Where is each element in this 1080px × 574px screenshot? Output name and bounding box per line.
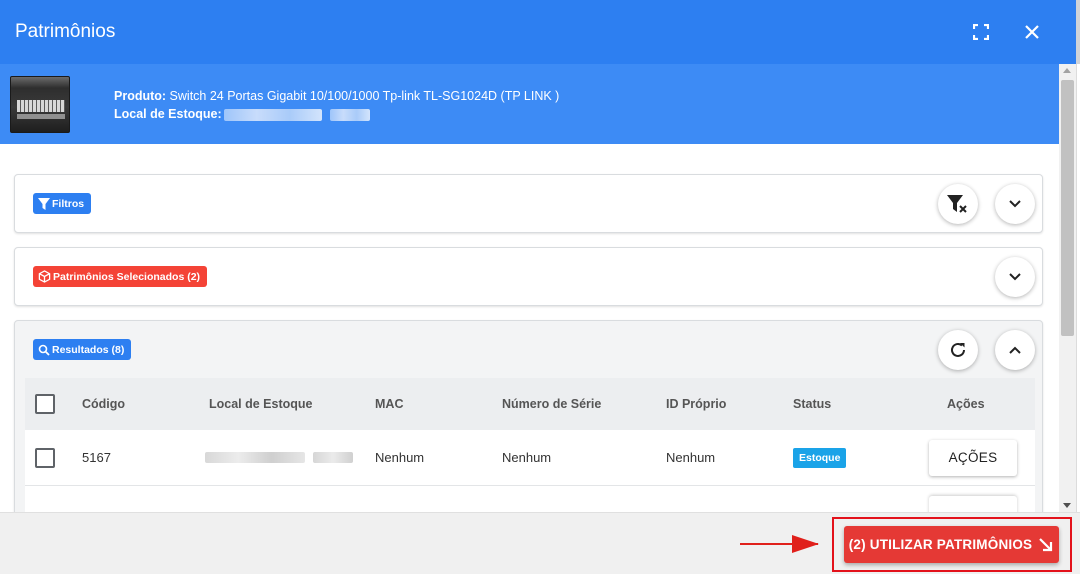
box-icon [38, 270, 51, 283]
filters-toggle-button[interactable] [995, 184, 1035, 224]
scroll-down-icon[interactable] [1063, 503, 1071, 508]
col-codigo[interactable]: Código [82, 378, 125, 430]
select-all-checkbox[interactable] [35, 394, 55, 414]
cell-codigo: 5167 [82, 450, 111, 465]
chevron-down-icon [1009, 273, 1021, 281]
product-image [10, 76, 70, 133]
selected-toggle-button[interactable] [995, 257, 1035, 297]
dialog-body[interactable]: Produto: Switch 24 Portas Gigabit 10/100… [0, 64, 1059, 512]
clear-filters-button[interactable] [938, 184, 978, 224]
acoes-button[interactable]: AÇÕES [929, 439, 1017, 476]
annotation-arrow-head [792, 535, 819, 553]
table-row[interactable]: 5167 Nenhum Nenhum Nenhum Estoque AÇÕES [25, 430, 1035, 486]
window-edge [1076, 64, 1080, 512]
cell-numero-serie: Nenhum [502, 450, 552, 465]
fullscreen-icon [973, 24, 989, 40]
row-checkbox[interactable] [35, 447, 55, 468]
scroll-up-icon[interactable] [1063, 68, 1071, 73]
col-id-proprio[interactable]: ID Próprio [666, 378, 726, 430]
col-acoes: Ações [947, 397, 985, 411]
refresh-button[interactable] [938, 330, 978, 370]
scrollbar-thumb[interactable] [1061, 80, 1074, 336]
product-info: Produto: Switch 24 Portas Gigabit 10/100… [114, 87, 559, 123]
acoes-button[interactable] [929, 496, 1017, 512]
results-toggle-button[interactable] [995, 330, 1035, 370]
results-panel: Resultados (8) Código Local de Estoque M… [14, 320, 1043, 512]
table-header: Código Local de Estoque MAC Número de Sé… [25, 378, 1035, 430]
arrow-down-right-icon [1039, 537, 1053, 551]
product-location-line: Local de Estoque: [114, 105, 559, 123]
close-button[interactable] [1020, 20, 1044, 44]
results-badge[interactable]: Resultados (8) [33, 339, 132, 360]
cell-local-estoque [205, 430, 353, 485]
filters-panel: Filtros [14, 174, 1043, 233]
selected-panel: Patrimônios Selecionados (2) [14, 247, 1043, 306]
select-all-cell [35, 378, 55, 430]
dialog-title: Patrimônios [15, 21, 116, 42]
chevron-down-icon [1009, 200, 1021, 208]
col-numero-serie[interactable]: Número de Série [502, 378, 601, 430]
vertical-scrollbar[interactable] [1059, 64, 1076, 512]
col-local-estoque[interactable]: Local de Estoque [209, 378, 313, 430]
search-icon [38, 344, 50, 356]
results-table: Código Local de Estoque MAC Número de Sé… [25, 378, 1035, 512]
product-banner: Produto: Switch 24 Portas Gigabit 10/100… [0, 64, 1059, 144]
product-name-line: Produto: Switch 24 Portas Gigabit 10/100… [114, 89, 560, 103]
redacted-location [223, 108, 322, 121]
col-status[interactable]: Status [793, 378, 831, 430]
cell-status: Estoque [793, 430, 847, 485]
use-assets-label: (2) UTILIZAR PATRIMÔNIOS [848, 537, 1033, 552]
chevron-up-icon [1009, 346, 1021, 354]
filters-badge[interactable]: Filtros [33, 193, 92, 214]
table-row[interactable] [25, 486, 1035, 512]
refresh-icon [951, 342, 965, 357]
use-assets-button[interactable]: (2) UTILIZAR PATRIMÔNIOS [844, 526, 1059, 563]
cell-acoes: AÇÕES [929, 430, 1017, 485]
filter-clear-icon [947, 195, 967, 213]
row-select-cell [35, 430, 55, 485]
cell-mac: Nenhum [375, 450, 425, 465]
fullscreen-button[interactable] [969, 20, 993, 44]
dialog-header: Patrimônios [0, 0, 1080, 64]
col-mac[interactable]: MAC [375, 378, 403, 430]
cell-id-proprio: Nenhum [666, 450, 716, 465]
selected-badge[interactable]: Patrimônios Selecionados (2) [33, 266, 208, 287]
filter-icon [38, 197, 50, 210]
window-edge [1076, 0, 1080, 64]
status-badge: Estoque [793, 447, 847, 468]
close-icon [1025, 25, 1039, 39]
